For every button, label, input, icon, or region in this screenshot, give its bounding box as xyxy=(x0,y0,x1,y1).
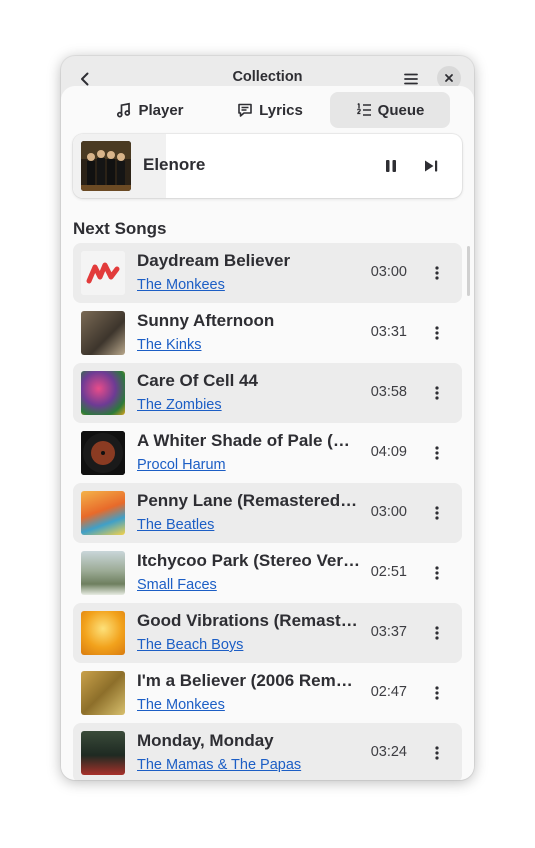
song-duration: 03:00 xyxy=(370,504,407,520)
album-art xyxy=(81,731,125,775)
vertical-dots-icon xyxy=(435,266,439,280)
more-options-button[interactable] xyxy=(425,621,449,645)
album-art xyxy=(81,551,125,595)
tab-queue-label: Queue xyxy=(377,101,425,119)
pause-button[interactable] xyxy=(379,154,403,178)
artist-link[interactable]: The Monkees xyxy=(137,697,225,713)
speech-bubble-icon xyxy=(238,103,252,117)
song-duration: 02:51 xyxy=(370,564,407,580)
song-duration: 03:31 xyxy=(370,324,407,340)
skip-next-icon xyxy=(425,160,438,172)
album-art xyxy=(81,611,125,655)
artist-link[interactable]: The Beatles xyxy=(137,517,214,533)
song-title: Itchycoo Park (Stereo Ver… xyxy=(137,551,360,570)
main-content: Player Lyrics Queue Elenore Next Songs D… xyxy=(61,86,474,780)
vertical-dots-icon xyxy=(435,746,439,760)
artist-link[interactable]: Procol Harum xyxy=(137,457,226,473)
artist-link[interactable]: Small Faces xyxy=(137,577,217,593)
album-art xyxy=(81,671,125,715)
more-options-button[interactable] xyxy=(425,501,449,525)
album-art xyxy=(81,311,125,355)
now-playing-bar[interactable]: Elenore xyxy=(73,134,462,198)
vertical-dots-icon xyxy=(435,626,439,640)
song-duration: 04:09 xyxy=(370,444,407,460)
artist-link[interactable]: The Kinks xyxy=(137,337,201,353)
tab-lyrics-label: Lyrics xyxy=(259,101,303,119)
now-playing-title: Elenore xyxy=(143,155,206,174)
song-duration: 02:47 xyxy=(370,684,407,700)
song-title: Good Vibrations (Remast… xyxy=(137,611,358,630)
queue-list-icon xyxy=(356,102,371,116)
music-note-icon xyxy=(117,102,131,118)
more-options-button[interactable] xyxy=(425,261,449,285)
song-duration: 03:58 xyxy=(370,384,407,400)
queue-row[interactable]: Monday, Monday The Mamas & The Papas 03:… xyxy=(73,723,462,780)
album-art xyxy=(81,371,125,415)
vertical-dots-icon xyxy=(435,566,439,580)
queue-row[interactable]: Good Vibrations (Remast… The Beach Boys … xyxy=(73,603,462,663)
pause-icon xyxy=(386,160,396,172)
song-title: A Whiter Shade of Pale (… xyxy=(137,431,350,450)
queue-row[interactable]: Penny Lane (Remastered… The Beatles 03:0… xyxy=(73,483,462,543)
vertical-dots-icon xyxy=(435,386,439,400)
view-switcher: Player Lyrics Queue xyxy=(90,92,450,128)
tab-player-label: Player xyxy=(138,101,184,119)
artist-link[interactable]: The Monkees xyxy=(137,277,225,293)
album-art xyxy=(81,431,125,475)
now-playing-album-art xyxy=(81,141,131,191)
album-art xyxy=(81,491,125,535)
more-options-button[interactable] xyxy=(425,381,449,405)
queue-row[interactable]: I'm a Believer (2006 Rem… The Monkees 02… xyxy=(73,663,462,723)
artist-link[interactable]: The Zombies xyxy=(137,397,222,413)
app-window: Collection Player Lyrics Queue Elenore N… xyxy=(61,56,474,780)
vertical-dots-icon xyxy=(435,326,439,340)
more-options-button[interactable] xyxy=(425,321,449,345)
vertical-dots-icon xyxy=(435,446,439,460)
more-options-button[interactable] xyxy=(425,441,449,465)
song-title: Daydream Believer xyxy=(137,251,291,270)
more-options-button[interactable] xyxy=(425,681,449,705)
artist-link[interactable]: The Mamas & The Papas xyxy=(137,757,301,773)
tab-queue[interactable]: Queue xyxy=(330,92,450,128)
queue-row[interactable]: A Whiter Shade of Pale (… Procol Harum 0… xyxy=(73,423,462,483)
more-options-button[interactable] xyxy=(425,561,449,585)
song-duration: 03:00 xyxy=(370,264,407,280)
queue-list: Daydream Believer The Monkees 03:00 Sunn… xyxy=(73,243,462,780)
song-title: Care Of Cell 44 xyxy=(137,371,258,390)
close-icon xyxy=(445,74,453,82)
tab-lyrics[interactable]: Lyrics xyxy=(210,92,330,128)
artist-link[interactable]: The Beach Boys xyxy=(137,637,243,653)
vertical-dots-icon xyxy=(435,506,439,520)
tab-player[interactable]: Player xyxy=(90,92,210,128)
song-duration: 03:37 xyxy=(370,624,407,640)
more-options-button[interactable] xyxy=(425,741,449,765)
song-title: I'm a Believer (2006 Rem… xyxy=(137,671,353,690)
vertical-dots-icon xyxy=(435,686,439,700)
song-title: Monday, Monday xyxy=(137,731,274,750)
song-title: Penny Lane (Remastered… xyxy=(137,491,358,510)
queue-row[interactable]: Care Of Cell 44 The Zombies 03:58 xyxy=(73,363,462,423)
queue-row[interactable]: Daydream Believer The Monkees 03:00 xyxy=(73,243,462,303)
song-duration: 03:24 xyxy=(370,744,407,760)
queue-row[interactable]: Sunny Afternoon The Kinks 03:31 xyxy=(73,303,462,363)
queue-heading: Next Songs xyxy=(73,219,167,238)
queue-row[interactable]: Itchycoo Park (Stereo Ver… Small Faces 0… xyxy=(73,543,462,603)
song-title: Sunny Afternoon xyxy=(137,311,275,330)
album-art xyxy=(81,251,125,295)
skip-next-button[interactable] xyxy=(419,154,443,178)
hamburger-menu-icon xyxy=(404,73,418,85)
scrollbar[interactable] xyxy=(467,246,470,296)
